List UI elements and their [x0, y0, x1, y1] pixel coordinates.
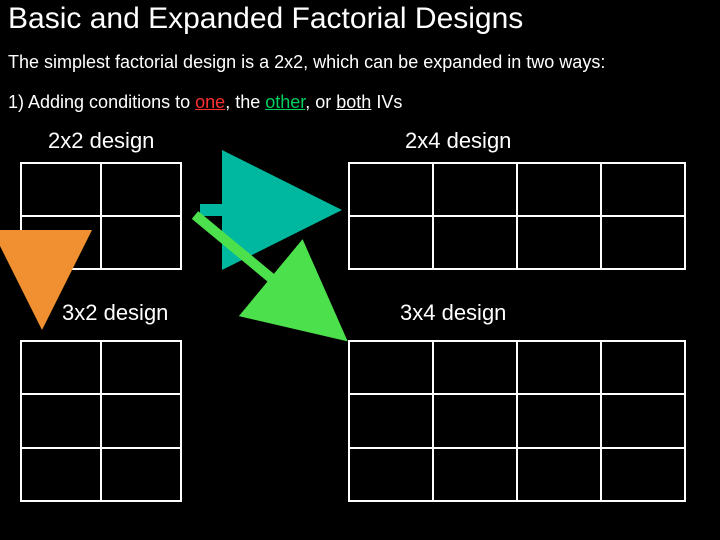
grid-3x2 — [20, 340, 182, 502]
grid-2x2 — [20, 162, 182, 270]
arrow-2x2-to-3x4-icon — [195, 215, 340, 335]
expansion-rule-text: 1) Adding conditions to one, the other, … — [8, 92, 402, 113]
label-2x4-design: 2x4 design — [405, 128, 511, 154]
text-suffix: IVs — [371, 92, 402, 112]
other-green-underline: other — [265, 92, 305, 112]
grid-3x4 — [348, 340, 686, 502]
both-white-underline: both — [336, 92, 371, 112]
text-prefix: 1) Adding conditions to — [8, 92, 195, 112]
page-title: Basic and Expanded Factorial Designs — [8, 2, 523, 36]
subtitle-text: The simplest factorial design is a 2x2, … — [8, 52, 605, 73]
text-sep2: , or — [305, 92, 336, 112]
label-3x2-design: 3x2 design — [62, 300, 168, 326]
label-2x2-design: 2x2 design — [48, 128, 154, 154]
slide: Basic and Expanded Factorial Designs The… — [0, 0, 720, 540]
grid-2x4 — [348, 162, 686, 270]
text-sep1: , the — [225, 92, 265, 112]
label-3x4-design: 3x4 design — [400, 300, 506, 326]
one-red-underline: one — [195, 92, 225, 112]
